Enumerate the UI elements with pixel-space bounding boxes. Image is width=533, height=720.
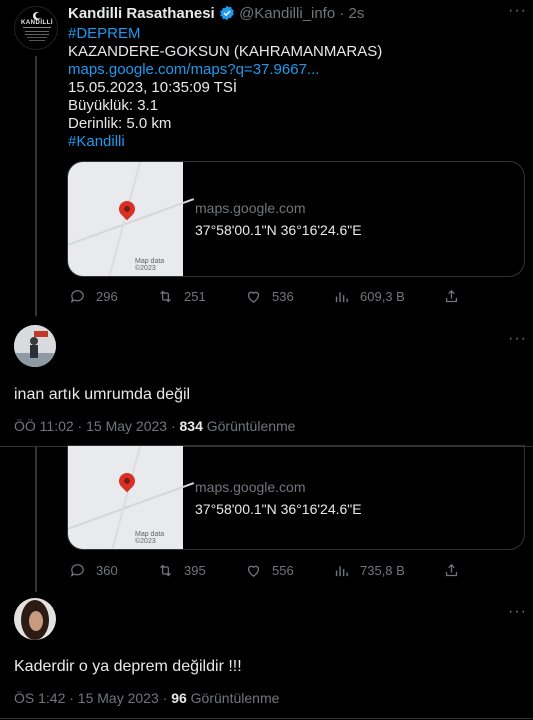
like-count: 536 xyxy=(272,289,294,304)
reply1-meta: ÖÖ 11:02 · 15 May 2023 · 834 Görüntülenm… xyxy=(14,418,295,434)
reply1-map-card[interactable]: Map data ©2023 maps.google.com 37°58'00.… xyxy=(67,445,525,550)
reply1-share-button[interactable] xyxy=(443,562,460,579)
reply1-like-button[interactable]: 556 xyxy=(245,562,333,579)
map-pin-icon xyxy=(115,197,139,221)
share-button[interactable] xyxy=(443,288,460,305)
views-button[interactable]: 609,3 B xyxy=(333,288,443,305)
separator: · xyxy=(339,5,345,22)
reply1-views-stat: 735,8 B xyxy=(360,563,405,578)
reply-count: 296 xyxy=(96,289,118,304)
reply-icon xyxy=(70,564,84,577)
date-text: 15.05.2023, 10:35:09 TSİ xyxy=(68,79,238,96)
person-photo-icon xyxy=(14,325,56,367)
views-chart-icon xyxy=(335,292,348,303)
reply2-time[interactable]: ÖS 1:42 · 15 May 2023 · xyxy=(14,690,167,706)
tweet-text: #DEPREM KAZANDERE-GOKSUN (KAHRAMANMARAS)… xyxy=(68,25,518,151)
card-coordinates: 37°58'00.1"N 36°16'24.6"E xyxy=(195,222,362,238)
magnitude-text: Büyüklük: 3.1 xyxy=(68,97,159,114)
verified-badge-icon xyxy=(220,5,234,21)
tweet-header: Kandilli Rasathanesi @Kandilli_info · 2s xyxy=(68,5,364,22)
reply2-more-icon[interactable]: ··· xyxy=(508,603,527,621)
views-count: 609,3 B xyxy=(360,289,405,304)
thread-line-2 xyxy=(35,447,37,592)
views-chart-icon xyxy=(335,566,348,577)
reply1-more-icon[interactable]: ··· xyxy=(508,330,527,348)
kandilli-logo-text: KANDİLLİ xyxy=(21,20,53,26)
map-link-card[interactable]: Map data ©2023 maps.google.com 37°58'00.… xyxy=(67,161,525,277)
reply1-map-thumbnail: Map data ©2023 xyxy=(68,446,195,549)
reply1-card-coordinates: 37°58'00.1"N 36°16'24.6"E xyxy=(195,500,362,517)
retweet-button[interactable]: 251 xyxy=(157,288,245,305)
reply1-retweet-count: 395 xyxy=(184,563,206,578)
retweet-icon xyxy=(160,564,171,577)
reply2-views-count: 96 xyxy=(171,690,187,706)
reply-button[interactable]: 296 xyxy=(69,288,157,305)
heart-icon xyxy=(247,291,260,303)
map-credit: Map data ©2023 xyxy=(135,258,165,272)
reply1-card-domain: maps.google.com xyxy=(195,478,306,495)
kandilli-avatar[interactable]: KANDİLLİ xyxy=(14,6,58,50)
depth-text: Derinlik: 5.0 km xyxy=(68,115,172,132)
reply1-views-count: 834 xyxy=(179,418,203,434)
author-name[interactable]: Kandilli Rasathanesi xyxy=(68,5,215,22)
person-portrait-icon xyxy=(14,598,56,640)
card-domain: maps.google.com xyxy=(195,200,306,216)
reply1-actions: 360 395 556 735,8 B xyxy=(69,562,460,579)
reply1-text: inan artık umrumda değil xyxy=(14,386,191,403)
maps-link[interactable]: maps.google.com/maps?q=37.9667... xyxy=(68,61,319,78)
reply1-time[interactable]: ÖÖ 11:02 · 15 May 2023 · xyxy=(14,418,176,434)
kandilli-logo-icon xyxy=(23,12,51,41)
reply-icon xyxy=(70,290,84,303)
reply2-text: Kaderdir o ya deprem değildir !!! xyxy=(14,658,242,675)
hashtag-kandilli[interactable]: #Kandilli xyxy=(68,133,518,151)
tweet-time[interactable]: 2s xyxy=(349,5,365,22)
reply1-reply-count: 360 xyxy=(96,563,118,578)
tweet-actions: 296 251 536 609,3 B xyxy=(69,288,460,305)
reply1-retweet-button[interactable]: 395 xyxy=(157,562,245,579)
thread-line xyxy=(35,56,37,316)
reply2-avatar[interactable] xyxy=(14,598,56,640)
retweet-count: 251 xyxy=(184,289,206,304)
reply1-views-button[interactable]: 735,8 B xyxy=(333,562,443,579)
reply2-views-label: Görüntülenme xyxy=(190,690,280,706)
location-text: KAZANDERE-GOKSUN (KAHRAMANMARAS) xyxy=(68,43,383,60)
reply1-map-pin-icon xyxy=(115,469,139,493)
share-icon xyxy=(445,563,458,577)
map-thumbnail: Map data ©2023 xyxy=(68,162,195,276)
reply1-avatar[interactable] xyxy=(14,325,56,367)
like-button[interactable]: 536 xyxy=(245,288,333,305)
reply1-views-label: Görüntülenme xyxy=(206,418,296,434)
reply1-reply-button[interactable]: 360 xyxy=(69,562,157,579)
more-options-icon[interactable]: ··· xyxy=(508,2,527,20)
reply1-map-credit: Map data ©2023 xyxy=(135,531,165,545)
hashtag-deprem[interactable]: #DEPREM xyxy=(68,25,518,43)
heart-icon xyxy=(247,565,260,577)
share-icon xyxy=(445,289,458,303)
reply2-divider xyxy=(0,718,533,719)
author-handle[interactable]: @Kandilli_info xyxy=(239,5,335,22)
retweet-icon xyxy=(160,290,171,303)
reply2-meta: ÖS 1:42 · 15 May 2023 · 96 Görüntülenme xyxy=(14,690,279,706)
reply1-like-count: 556 xyxy=(272,563,294,578)
